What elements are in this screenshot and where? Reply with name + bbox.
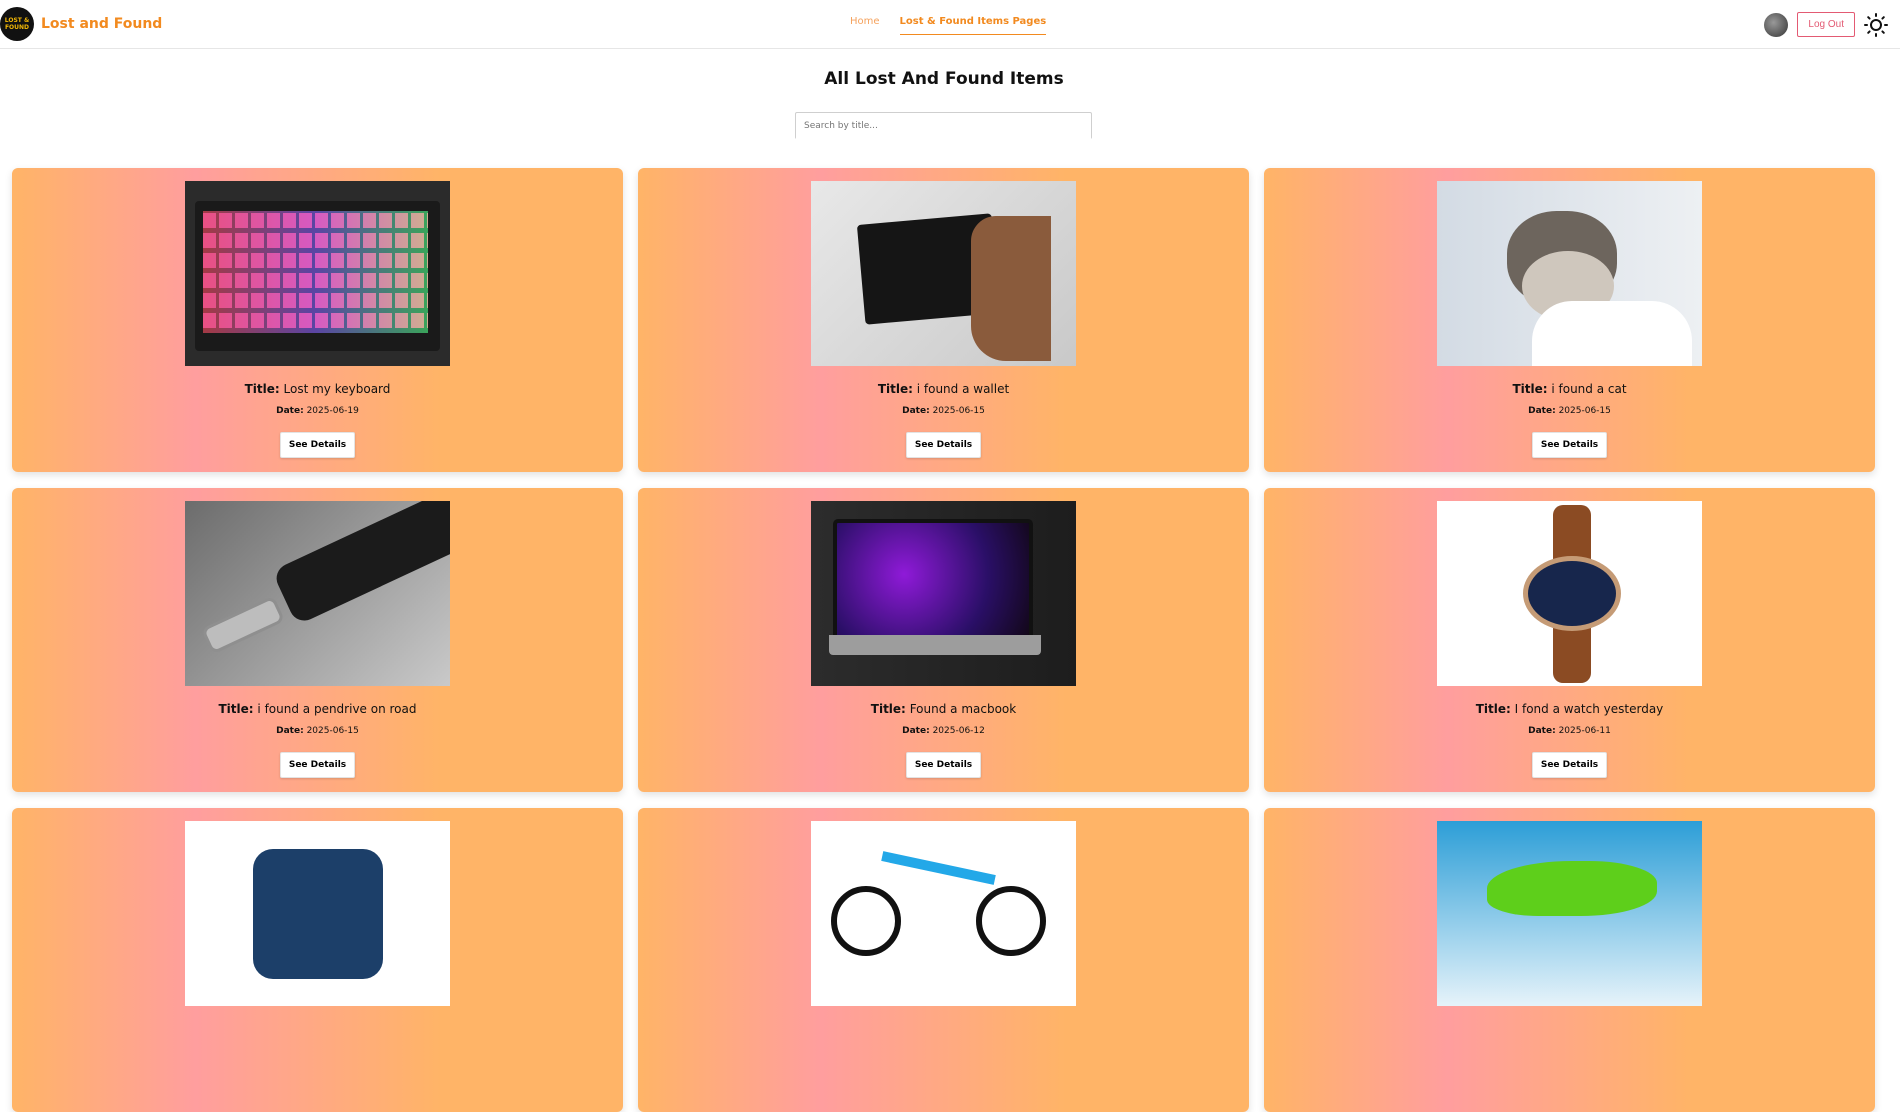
item-card — [1264, 808, 1875, 1112]
item-card — [12, 808, 623, 1112]
search-input[interactable] — [796, 113, 1091, 139]
item-card: Title: i found a wallet Date: 2025-06-15… — [638, 168, 1249, 472]
item-title: Title: i found a cat — [1264, 382, 1875, 396]
title-value: I fond a watch yesterday — [1514, 702, 1664, 716]
see-details-button[interactable]: See Details — [1532, 432, 1607, 458]
item-card: Title: Found a macbook Date: 2025-06-12 … — [638, 488, 1249, 792]
see-details-button[interactable]: See Details — [280, 432, 355, 458]
date-value: 2025-06-19 — [306, 406, 359, 416]
title-label: Title: — [244, 382, 280, 396]
avatar[interactable] — [1764, 12, 1789, 37]
logo-text-top: LOST & — [4, 17, 30, 24]
page-title: All Lost And Found Items — [824, 69, 1064, 89]
date-label: Date: — [902, 726, 930, 736]
item-date: Date: 2025-06-15 — [12, 726, 623, 736]
item-card: Title: i found a pendrive on road Date: … — [12, 488, 623, 792]
see-details-button[interactable]: See Details — [280, 752, 355, 778]
item-card — [638, 808, 1249, 1112]
title-label: Title: — [218, 702, 254, 716]
item-date: Date: 2025-06-11 — [1264, 726, 1875, 736]
see-details-button[interactable]: See Details — [1532, 752, 1607, 778]
item-title: Title: i found a wallet — [638, 382, 1249, 396]
search-box — [795, 112, 1092, 139]
kitten-image — [1437, 181, 1702, 366]
phone-image — [185, 821, 450, 1006]
title-value: Lost my keyboard — [283, 382, 391, 396]
brand[interactable]: LOST & FOUND Lost and Found — [0, 7, 162, 41]
date-value: 2025-06-15 — [306, 726, 359, 736]
wallet-image — [811, 181, 1076, 366]
item-date: Date: 2025-06-15 — [638, 406, 1249, 416]
user-controls: Log Out — [1764, 12, 1888, 37]
item-card: Title: i found a cat Date: 2025-06-15 Se… — [1264, 168, 1875, 472]
nav-links: Home Lost & Found Items Pages — [850, 16, 1047, 35]
item-date: Date: 2025-06-19 — [12, 406, 623, 416]
date-label: Date: — [902, 406, 930, 416]
see-details-button[interactable]: See Details — [906, 752, 981, 778]
date-label: Date: — [1528, 726, 1556, 736]
date-value: 2025-06-12 — [932, 726, 985, 736]
item-title: Title: Lost my keyboard — [12, 382, 623, 396]
nav-items-pages[interactable]: Lost & Found Items Pages — [899, 16, 1047, 35]
item-title: Title: Found a macbook — [638, 702, 1249, 716]
usb-drive-image — [185, 501, 450, 686]
title-value: i found a pendrive on road — [257, 702, 417, 716]
watch-image — [1437, 501, 1702, 686]
navbar: LOST & FOUND Lost and Found Home Lost & … — [0, 0, 1900, 49]
motorcycle-image — [1437, 821, 1702, 1006]
date-label: Date: — [276, 726, 304, 736]
title-value: i found a wallet — [916, 382, 1010, 396]
bicycle-image — [811, 821, 1076, 1006]
sun-icon[interactable] — [1864, 12, 1888, 37]
item-title: Title: i found a pendrive on road — [12, 702, 623, 716]
keyboard-image — [185, 181, 450, 366]
date-label: Date: — [1528, 406, 1556, 416]
brand-logo: LOST & FOUND — [0, 7, 34, 41]
title-value: i found a cat — [1551, 382, 1627, 396]
title-label: Title: — [877, 382, 913, 396]
brand-name[interactable]: Lost and Found — [41, 16, 162, 32]
item-date: Date: 2025-06-15 — [1264, 406, 1875, 416]
title-label: Title: — [870, 702, 906, 716]
item-card: Title: I fond a watch yesterday Date: 20… — [1264, 488, 1875, 792]
logout-button[interactable]: Log Out — [1797, 12, 1855, 37]
see-details-button[interactable]: See Details — [906, 432, 981, 458]
title-value: Found a macbook — [909, 702, 1017, 716]
item-date: Date: 2025-06-12 — [638, 726, 1249, 736]
date-value: 2025-06-11 — [1558, 726, 1611, 736]
date-value: 2025-06-15 — [932, 406, 985, 416]
item-card: Title: Lost my keyboard Date: 2025-06-19… — [12, 168, 623, 472]
title-label: Title: — [1512, 382, 1548, 396]
title-label: Title: — [1475, 702, 1511, 716]
date-label: Date: — [276, 406, 304, 416]
item-title: Title: I fond a watch yesterday — [1264, 702, 1875, 716]
nav-home[interactable]: Home — [850, 16, 880, 35]
date-value: 2025-06-15 — [1558, 406, 1611, 416]
laptop-image — [811, 501, 1076, 686]
logo-text-bottom: FOUND — [4, 24, 30, 31]
